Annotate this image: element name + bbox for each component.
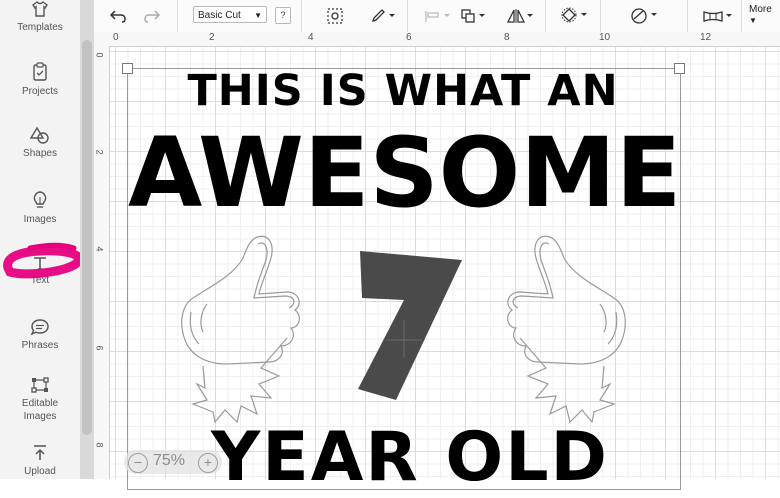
operation-value: Basic Cut xyxy=(198,10,241,21)
flip-button[interactable] xyxy=(506,0,534,32)
arrange-button[interactable] xyxy=(460,0,488,32)
sidebar-label-images: Images xyxy=(23,214,57,225)
sidebar-item-templates[interactable]: Templates xyxy=(0,0,80,54)
ruler-label: 12 xyxy=(700,32,712,43)
ruler-label: 0 xyxy=(113,32,119,43)
top-toolbar: Basic Cut ▼ ? More ▼ xyxy=(94,0,780,33)
edit-nodes-icon xyxy=(31,377,49,393)
redo-icon xyxy=(144,10,161,23)
toolbar-divider xyxy=(545,0,546,32)
ruler-label: 2 xyxy=(209,32,215,43)
sidebar-label-upload: Upload xyxy=(24,466,56,477)
warp-icon xyxy=(703,11,732,22)
warp-button[interactable] xyxy=(702,0,734,32)
ruler-label: 8 xyxy=(504,32,510,43)
clipboard-icon xyxy=(33,62,47,81)
offset-icon xyxy=(561,7,587,23)
sidebar-label-editable-images: Editable Images xyxy=(21,398,59,422)
color-sync-button[interactable] xyxy=(630,0,660,32)
sidebar-item-phrases[interactable]: Phrases xyxy=(0,318,80,372)
sidebar-item-projects[interactable]: Projects xyxy=(0,62,80,116)
zoom-out-button[interactable]: − xyxy=(128,453,148,473)
design-number-seven xyxy=(358,251,462,400)
sidebar-item-upload[interactable]: Upload xyxy=(0,444,80,498)
upload-icon xyxy=(34,445,46,460)
ruler-label: 6 xyxy=(406,32,412,43)
highlight-marker xyxy=(3,242,84,279)
toolbar-divider xyxy=(741,0,742,32)
flip-icon xyxy=(506,9,533,23)
sidebar-item-shapes[interactable]: Shapes xyxy=(0,126,80,180)
zoom-in-button[interactable]: + xyxy=(198,453,218,473)
ruler-label: 4 xyxy=(94,246,105,252)
more-label: More xyxy=(749,4,772,15)
toolbar-divider xyxy=(407,0,408,32)
zoom-level: 75% xyxy=(153,452,186,469)
lightbulb-icon xyxy=(33,191,47,208)
ruler-label: 6 xyxy=(94,345,105,351)
zoom-control: − 75% + xyxy=(124,450,222,474)
shirt-icon xyxy=(32,1,48,17)
toolbar-divider xyxy=(687,0,688,32)
more-button[interactable]: More ▼ xyxy=(749,4,780,26)
canvas-scrollbar-thumb[interactable] xyxy=(82,40,92,435)
sidebar-label-phrases: Phrases xyxy=(21,340,59,351)
thumbs-up-right xyxy=(507,235,626,423)
ruler-label: 10 xyxy=(599,32,611,43)
horizontal-ruler: 0 2 4 6 8 10 12 xyxy=(94,32,780,47)
align-icon xyxy=(425,11,450,22)
sidebar-label-projects: Projects xyxy=(21,86,59,97)
thumbs-up-left xyxy=(181,235,300,423)
operation-select[interactable]: Basic Cut ▼ xyxy=(193,6,267,23)
shapes-icon xyxy=(30,126,49,144)
offset-button[interactable] xyxy=(560,0,590,32)
align-button[interactable] xyxy=(424,0,452,32)
operation-help-button[interactable]: ? xyxy=(275,7,291,24)
undo-button[interactable] xyxy=(108,0,128,32)
sidebar-item-images[interactable]: Images xyxy=(0,190,80,244)
toolbar-divider xyxy=(301,0,302,32)
chevron-down-icon: ▼ xyxy=(749,16,757,25)
redo-button[interactable] xyxy=(142,0,162,32)
toolbar-divider xyxy=(600,0,601,32)
pencil-icon xyxy=(371,9,395,23)
ruler-label: 4 xyxy=(308,32,314,43)
edit-button[interactable] xyxy=(370,0,396,32)
toolbar-divider xyxy=(177,0,178,32)
sidebar-item-editable-images[interactable]: Editable Images xyxy=(0,376,80,436)
select-all-button[interactable] xyxy=(326,0,344,32)
design-line-3: YEAR OLD xyxy=(211,418,609,497)
arrange-icon xyxy=(461,9,485,23)
design-line-1: THIS IS WHAT AN xyxy=(187,66,619,116)
chevron-down-icon: ▼ xyxy=(254,11,262,20)
undo-icon xyxy=(109,10,126,23)
ruler-label: 2 xyxy=(94,149,105,155)
ruler-label: 8 xyxy=(94,442,105,448)
design-line-2: AWESOME xyxy=(128,117,682,229)
vertical-ruler: 0 2 4 6 8 xyxy=(94,46,110,479)
sidebar-label-templates: Templates xyxy=(17,22,63,33)
select-all-icon xyxy=(327,8,343,24)
sidebar-label-shapes: Shapes xyxy=(23,148,57,159)
speech-bubble-icon xyxy=(30,319,49,336)
color-sync-icon xyxy=(631,8,657,24)
ruler-label: 0 xyxy=(94,52,105,58)
